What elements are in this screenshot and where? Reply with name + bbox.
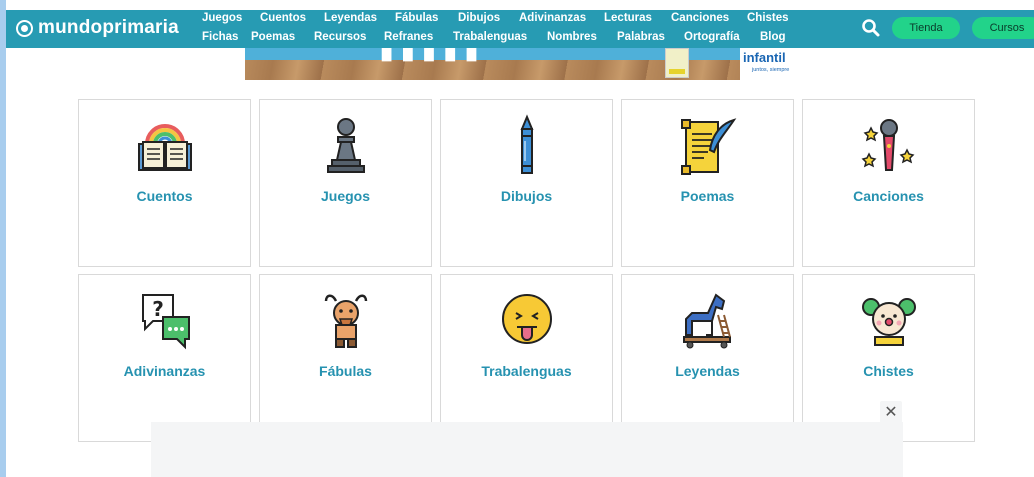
close-icon: ✕ bbox=[884, 404, 898, 421]
nav-link-adivinanzas[interactable]: Adivinanzas bbox=[519, 12, 604, 24]
logo-circle-icon bbox=[16, 19, 33, 37]
chess-pawn-icon bbox=[326, 118, 365, 173]
tongue-face-icon bbox=[501, 294, 552, 344]
book-rainbow-icon bbox=[137, 124, 192, 171]
card-dibujos[interactable]: Dibujos bbox=[440, 99, 613, 267]
nav-link-chistes[interactable]: Chistes bbox=[747, 12, 797, 24]
cursos-button[interactable]: Cursos bbox=[972, 17, 1034, 39]
card-juegos[interactable]: Juegos bbox=[259, 99, 432, 267]
close-ad-button[interactable]: ✕ bbox=[880, 401, 902, 423]
nav-link-fichas[interactable]: Fichas bbox=[202, 31, 251, 43]
search-icon[interactable] bbox=[861, 18, 881, 38]
banner-brand-logo: infantil juntos, siempre bbox=[740, 48, 809, 80]
card-canciones[interactable]: Canciones bbox=[802, 99, 975, 267]
card-leyendas[interactable]: Leyendas bbox=[621, 274, 794, 442]
site-logo[interactable]: mundoprimaria bbox=[16, 17, 179, 39]
card-label-juegos: Juegos bbox=[320, 188, 370, 204]
card-label-dibujos: Dibujos bbox=[500, 188, 553, 204]
banner-sky bbox=[245, 48, 809, 60]
trojan-horse-icon bbox=[682, 293, 731, 349]
nav-row-1: Juegos Cuentos Leyendas Fábulas Dibujos … bbox=[202, 12, 797, 24]
nav-link-trabalenguas[interactable]: Trabalenguas bbox=[453, 31, 547, 43]
nav-link-dibujos[interactable]: Dibujos bbox=[458, 12, 519, 24]
card-trabalenguas[interactable]: Trabalenguas bbox=[440, 274, 613, 442]
bottom-ad-banner[interactable] bbox=[151, 422, 903, 477]
card-poemas[interactable]: Poemas bbox=[621, 99, 794, 267]
card-cuentos[interactable]: Cuentos bbox=[78, 99, 251, 267]
card-label-leyendas: Leyendas bbox=[675, 363, 740, 379]
banner-graphic-text: ▮▮▮▮▮ bbox=[380, 48, 487, 64]
nav-row-2: Fichas Poemas Recursos Refranes Trabalen… bbox=[202, 31, 790, 43]
nav-link-juegos[interactable]: Juegos bbox=[202, 12, 260, 24]
nav-link-lecturas[interactable]: Lecturas bbox=[604, 12, 671, 24]
card-label-trabalenguas: Trabalenguas bbox=[481, 363, 572, 379]
nav-link-fabulas[interactable]: Fábulas bbox=[395, 12, 458, 24]
card-fabulas[interactable]: Fábulas bbox=[259, 274, 432, 442]
faun-icon bbox=[324, 294, 367, 348]
nav-link-canciones[interactable]: Canciones bbox=[671, 12, 747, 24]
nav-link-cuentos[interactable]: Cuentos bbox=[260, 12, 324, 24]
page: mundoprimaria Juegos Cuentos Leyendas Fá… bbox=[6, 0, 1034, 477]
nav-link-ortografia[interactable]: Ortografía bbox=[684, 31, 760, 43]
nav-link-recursos[interactable]: Recursos bbox=[314, 31, 384, 43]
question-chat-icon: ? bbox=[141, 294, 190, 350]
card-label-poemas: Poemas bbox=[680, 188, 735, 204]
card-adivinanzas[interactable]: ? Adivinanzas bbox=[78, 274, 251, 442]
tienda-button[interactable]: Tienda bbox=[892, 17, 960, 39]
crayon-icon bbox=[520, 114, 533, 174]
clown-icon bbox=[861, 298, 916, 346]
banner-ad[interactable]: ▮▮▮▮▮ infantil juntos, siempre bbox=[245, 48, 809, 80]
card-label-adivinanzas: Adivinanzas bbox=[123, 363, 206, 379]
card-label-cuentos: Cuentos bbox=[136, 188, 193, 204]
site-logo-text: mundoprimaria bbox=[38, 17, 179, 38]
nav-link-nombres[interactable]: Nombres bbox=[547, 31, 617, 43]
card-label-chistes: Chistes bbox=[863, 363, 914, 379]
card-label-fabulas: Fábulas bbox=[319, 363, 372, 379]
nav-link-palabras[interactable]: Palabras bbox=[617, 31, 684, 43]
banner-brand-tagline: juntos, siempre bbox=[752, 67, 790, 73]
nav-link-blog[interactable]: Blog bbox=[760, 31, 790, 43]
microphone-stars-icon bbox=[861, 119, 914, 171]
category-grid: Cuentos Juegos Dibujos Poemas Canciones … bbox=[78, 99, 976, 442]
top-navbar: mundoprimaria Juegos Cuentos Leyendas Fá… bbox=[6, 10, 1034, 48]
banner-product-image bbox=[665, 48, 689, 78]
nav-link-refranes[interactable]: Refranes bbox=[384, 31, 453, 43]
banner-brand-text: infantil bbox=[743, 50, 786, 65]
card-label-canciones: Canciones bbox=[853, 188, 924, 204]
scroll-quill-icon bbox=[680, 118, 736, 175]
nav-link-poemas[interactable]: Poemas bbox=[251, 31, 314, 43]
nav-link-leyendas[interactable]: Leyendas bbox=[324, 12, 395, 24]
